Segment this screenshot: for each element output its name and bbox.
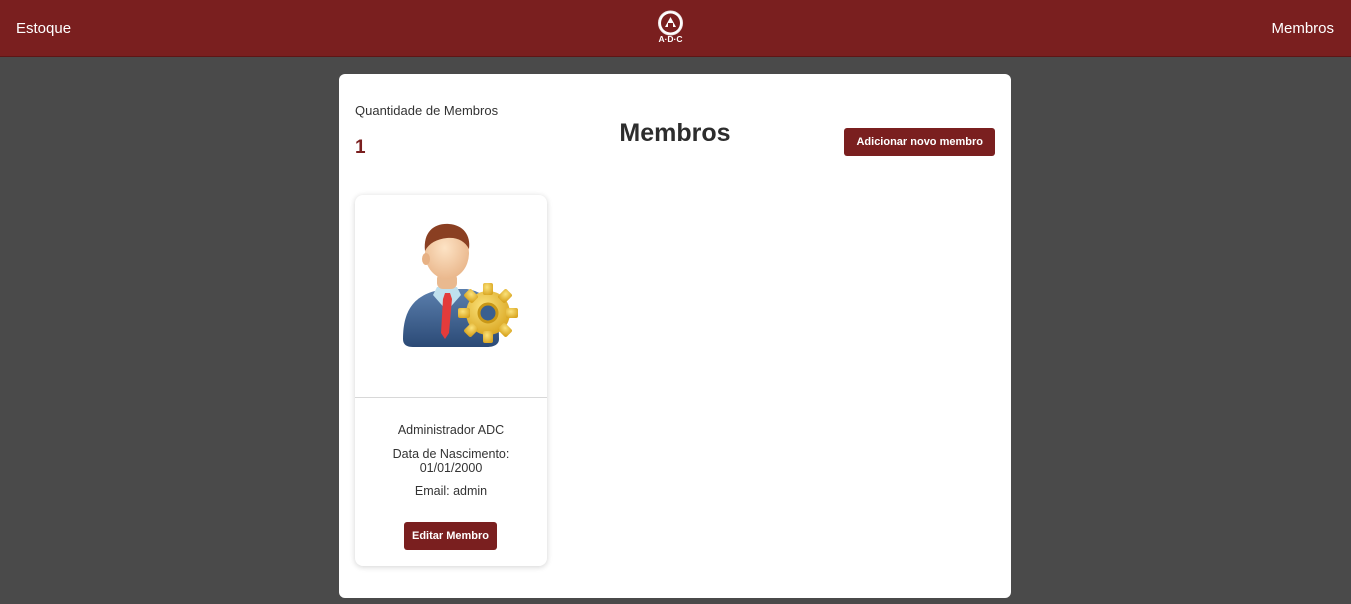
admin-user-gear-icon xyxy=(403,223,518,347)
nav-link-membros[interactable]: Membros xyxy=(1271,20,1334,37)
member-card: Administrador ADC Data de Nascimento: 01… xyxy=(355,195,547,566)
member-dob: 01/01/2000 xyxy=(419,461,483,475)
member-name: Administrador ADC xyxy=(397,423,505,437)
nav-link-estoque[interactable]: Estoque xyxy=(16,20,71,37)
member-email: Email: admin xyxy=(414,484,488,498)
svg-text:A·D·C: A·D·C xyxy=(658,34,682,44)
navbar: Estoque A·D·C Membros xyxy=(0,0,1351,57)
edit-member-button[interactable]: Editar Membro xyxy=(404,522,497,550)
add-member-button[interactable]: Adicionar novo membro xyxy=(844,128,995,156)
members-panel: Quantidade de Membros 1 Membros Adiciona… xyxy=(339,74,1011,598)
member-dob-label: Data de Nascimento: xyxy=(392,447,510,461)
member-count-label: Quantidade de Membros xyxy=(355,103,499,118)
card-divider xyxy=(355,397,547,398)
adc-logo[interactable]: A·D·C xyxy=(654,9,687,44)
